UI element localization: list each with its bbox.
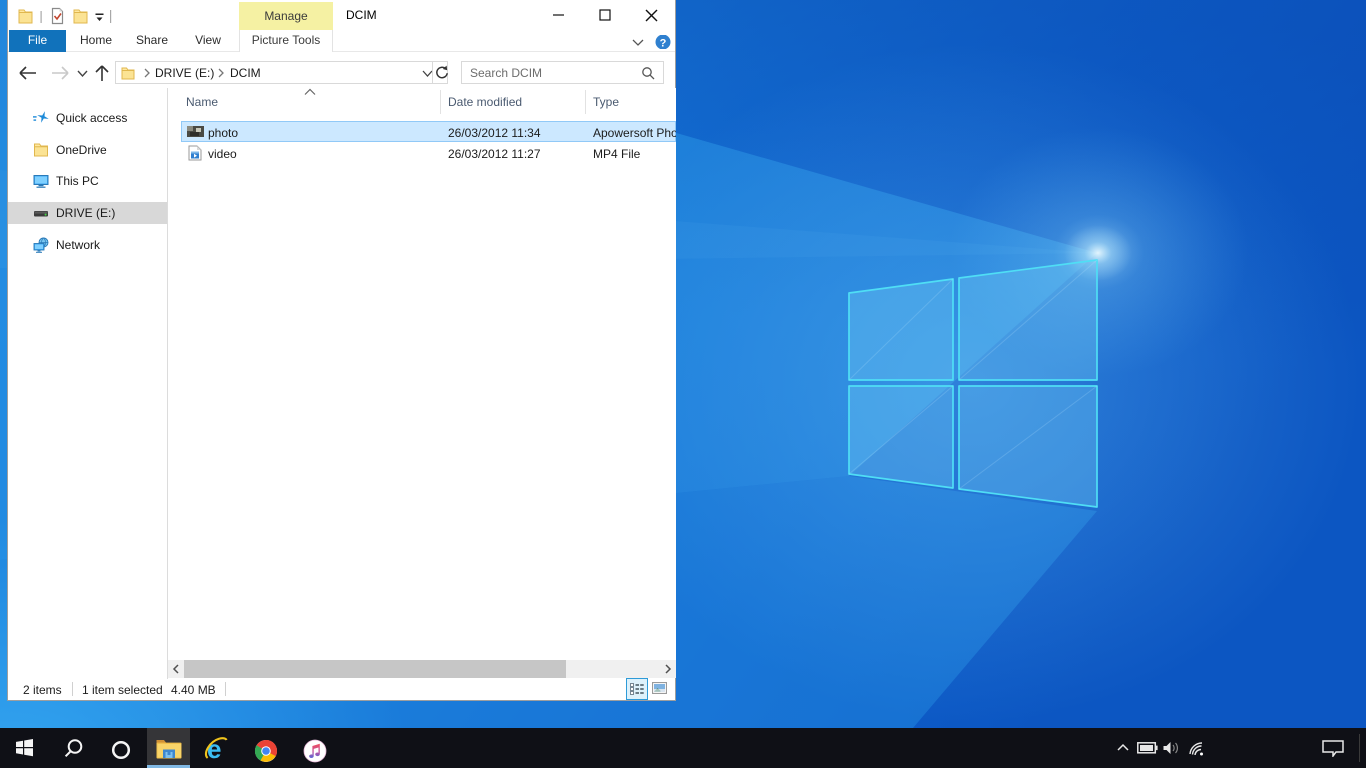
svg-text:?: ? xyxy=(660,38,667,50)
